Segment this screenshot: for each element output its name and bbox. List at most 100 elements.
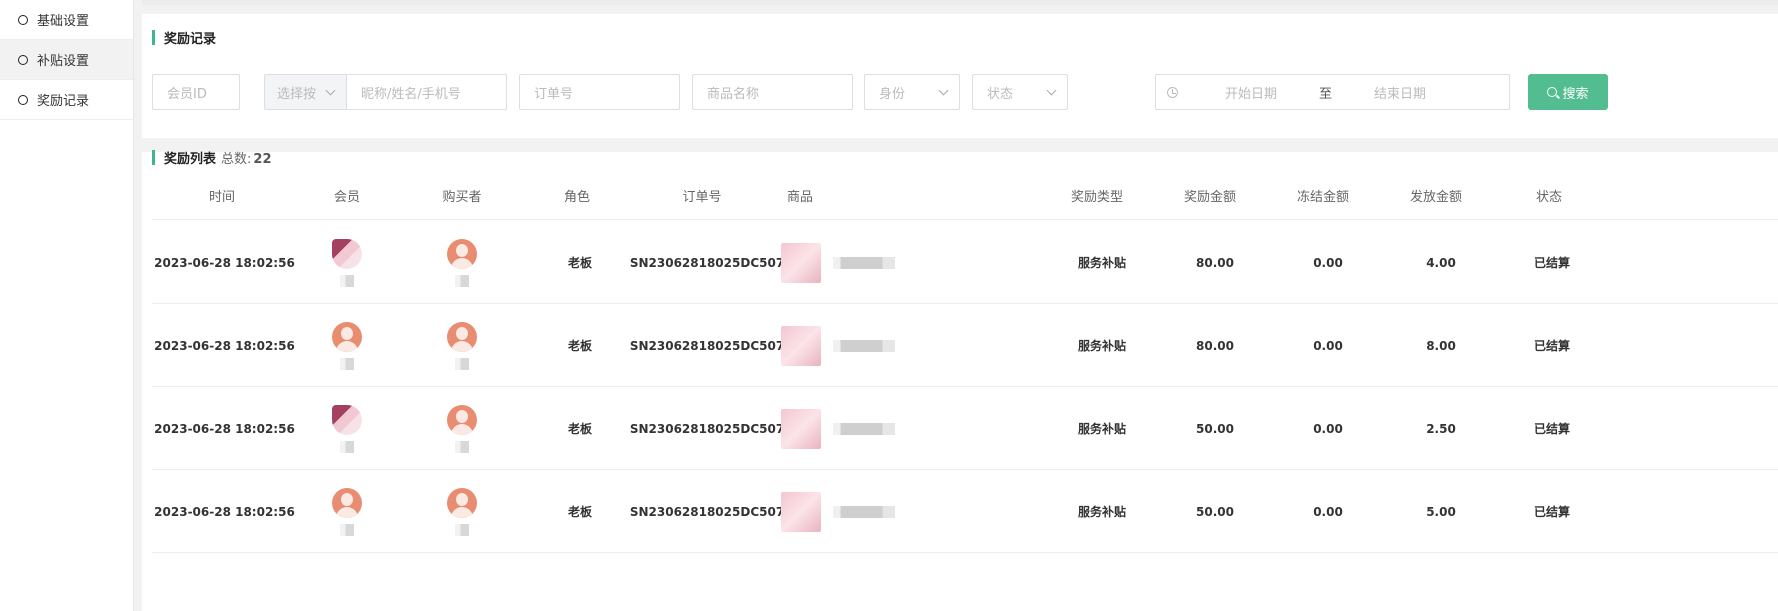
buyer-name-blurred bbox=[455, 440, 469, 453]
cell-issued-amount: 4.00 bbox=[1426, 255, 1456, 270]
cell-role: 老板 bbox=[567, 505, 592, 519]
cell-reward-type: 服务补贴 bbox=[1077, 256, 1126, 270]
cell-order: SN23062818025DC507 bbox=[629, 338, 785, 353]
cell-order: SN23062818025DC507 bbox=[629, 255, 785, 270]
cell-goods[interactable] bbox=[781, 387, 921, 470]
table-row: 2023-06-28 18:02:56 老板 SN23062818025DC507 服… bbox=[152, 470, 1778, 553]
reward-list-card: 奖励列表 总数: 22 时间 会员 购买者 角色 订单号 商品 奖励类型 奖励金额… bbox=[142, 150, 1778, 611]
filter-card: 奖励记录 会员ID 选择按 昵称/姓名/手机号 订单号 商品名称 身份 状态 开… bbox=[142, 14, 1778, 138]
total-count: 总数: 22 bbox=[221, 148, 271, 167]
cell-buyer[interactable] bbox=[417, 304, 507, 387]
member-id-input[interactable]: 会员ID bbox=[152, 74, 240, 110]
cell-frozen-amount: 0.00 bbox=[1313, 338, 1343, 353]
col-status: 状态 bbox=[1535, 190, 1562, 205]
product-thumbnail bbox=[781, 325, 821, 366]
col-role: 角色 bbox=[563, 190, 590, 205]
cell-frozen-amount: 0.00 bbox=[1313, 421, 1343, 436]
table-row: 2023-06-28 18:02:56 老板 SN23062818025DC507 服… bbox=[152, 304, 1778, 387]
total-label: 总数: bbox=[221, 152, 252, 167]
cell-reward-type: 服务补贴 bbox=[1077, 505, 1126, 519]
avatar bbox=[447, 321, 477, 352]
member-name-blurred bbox=[340, 523, 354, 536]
cell-member[interactable] bbox=[302, 470, 392, 553]
cell-goods[interactable] bbox=[781, 470, 921, 553]
sidebar-item-label: 补贴设置 bbox=[37, 54, 90, 69]
col-member: 会员 bbox=[333, 190, 360, 205]
cell-goods[interactable] bbox=[781, 221, 921, 304]
goods-name-input[interactable]: 商品名称 bbox=[692, 74, 853, 110]
avatar bbox=[447, 487, 477, 518]
circle-icon bbox=[18, 14, 28, 25]
cell-time: 2023-06-28 18:02:56 bbox=[154, 421, 295, 436]
title-accent-bar bbox=[152, 150, 155, 165]
order-number-input[interactable]: 订单号 bbox=[519, 74, 680, 110]
chevron-down-icon bbox=[1046, 85, 1057, 95]
table-header: 时间 会员 购买者 角色 订单号 商品 奖励类型 奖励金额 冻结金额 发放金额 … bbox=[152, 176, 1778, 220]
cell-reward-amount: 50.00 bbox=[1196, 504, 1234, 519]
title-accent-bar bbox=[152, 30, 155, 45]
search-by-select[interactable]: 选择按 bbox=[265, 75, 347, 109]
cell-status: 已结算 bbox=[1533, 339, 1570, 353]
cell-role: 老板 bbox=[567, 339, 592, 353]
date-start-placeholder: 开始日期 bbox=[1225, 86, 1278, 102]
product-name-blurred bbox=[833, 505, 895, 518]
cell-frozen-amount: 0.00 bbox=[1313, 255, 1343, 270]
list-section-title: 奖励列表 总数: 22 bbox=[152, 148, 272, 167]
buyer-name-blurred bbox=[455, 357, 469, 370]
top-strip bbox=[142, 0, 1778, 5]
avatar bbox=[332, 404, 362, 435]
date-range-picker[interactable]: 开始日期 至 结束日期 bbox=[1155, 74, 1510, 110]
member-id-placeholder: 会员ID bbox=[167, 86, 207, 102]
cell-buyer[interactable] bbox=[417, 221, 507, 304]
col-reward-amount: 奖励金额 bbox=[1183, 190, 1236, 205]
cell-member[interactable] bbox=[302, 387, 392, 470]
circle-icon bbox=[18, 94, 28, 105]
cell-reward-amount: 50.00 bbox=[1196, 421, 1234, 436]
cell-order: SN23062818025DC507 bbox=[629, 421, 785, 436]
col-buyer: 购买者 bbox=[442, 190, 482, 205]
circle-icon bbox=[18, 54, 28, 65]
page-title: 奖励记录 bbox=[164, 32, 217, 47]
identity-select[interactable]: 身份 bbox=[864, 74, 960, 110]
sidebar-item-reward-records[interactable]: 奖励记录 bbox=[0, 80, 133, 120]
search-by-label: 选择按 bbox=[277, 86, 317, 102]
cell-frozen-amount: 0.00 bbox=[1313, 504, 1343, 519]
sidebar-item-subsidy-settings[interactable]: 补贴设置 bbox=[0, 40, 133, 80]
total-value: 22 bbox=[253, 152, 272, 167]
cell-buyer[interactable] bbox=[417, 387, 507, 470]
avatar bbox=[447, 404, 477, 435]
cell-reward-type: 服务补贴 bbox=[1077, 422, 1126, 436]
search-button[interactable]: 搜索 bbox=[1528, 74, 1608, 110]
cell-status: 已结算 bbox=[1533, 256, 1570, 270]
date-end-placeholder: 结束日期 bbox=[1374, 86, 1427, 102]
product-name-blurred bbox=[833, 422, 895, 435]
member-name-blurred bbox=[340, 274, 354, 287]
chevron-down-icon bbox=[938, 85, 949, 95]
cell-reward-type: 服务补贴 bbox=[1077, 339, 1126, 353]
cell-goods[interactable] bbox=[781, 304, 921, 387]
table-row: 2023-06-28 18:02:56 老板 SN23062818025DC507 服… bbox=[152, 387, 1778, 470]
col-frozen-amount: 冻结金额 bbox=[1296, 190, 1349, 205]
status-select[interactable]: 状态 bbox=[972, 74, 1068, 110]
cell-order: SN23062818025DC507 bbox=[629, 504, 785, 519]
cell-member[interactable] bbox=[302, 304, 392, 387]
cell-buyer[interactable] bbox=[417, 470, 507, 553]
list-title: 奖励列表 bbox=[164, 152, 217, 167]
avatar bbox=[332, 321, 362, 352]
search-icon bbox=[1547, 87, 1558, 97]
sidebar-item-basic-settings[interactable]: 基础设置 bbox=[0, 0, 133, 40]
product-thumbnail bbox=[781, 408, 821, 449]
avatar bbox=[447, 238, 477, 269]
identity-placeholder: 身份 bbox=[879, 86, 906, 102]
name-phone-input[interactable]: 昵称/姓名/手机号 bbox=[347, 75, 506, 109]
product-thumbnail bbox=[781, 491, 821, 532]
search-button-label: 搜索 bbox=[1562, 86, 1589, 102]
filter-section-title: 奖励记录 bbox=[152, 28, 216, 47]
avatar bbox=[332, 238, 362, 269]
status-placeholder: 状态 bbox=[987, 86, 1014, 102]
cell-time: 2023-06-28 18:02:56 bbox=[154, 255, 295, 270]
name-search-combo: 选择按 昵称/姓名/手机号 bbox=[264, 74, 507, 110]
cell-member[interactable] bbox=[302, 221, 392, 304]
cell-time: 2023-06-28 18:02:56 bbox=[154, 338, 295, 353]
buyer-name-blurred bbox=[455, 523, 469, 536]
